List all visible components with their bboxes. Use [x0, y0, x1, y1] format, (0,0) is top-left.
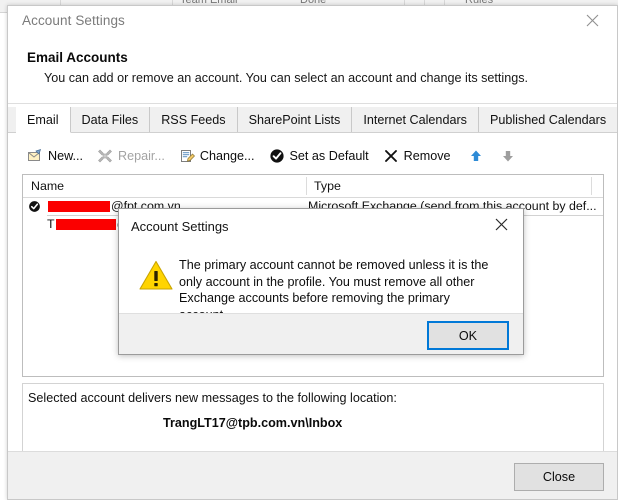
repair-wrench-icon [97, 148, 113, 164]
set-as-default-label: Set as Default [289, 149, 369, 163]
default-account-check-icon [28, 200, 41, 213]
account-name-prefix: T [47, 217, 55, 231]
tab-email[interactable]: Email [16, 107, 71, 133]
close-icon[interactable] [480, 210, 522, 238]
dialog-footer: OK [119, 313, 523, 354]
delivery-location-label: Selected account delivers new messages t… [28, 391, 397, 405]
tabstrip: Email Data Files RSS Feeds SharePoint Li… [8, 107, 618, 133]
remove-account-button[interactable]: Remove [378, 146, 460, 166]
window-titlebar: Account Settings [8, 6, 617, 36]
page-title: Email Accounts [27, 50, 128, 65]
dialog-body: The primary account cannot be removed un… [119, 247, 523, 322]
new-mail-icon [27, 148, 43, 164]
column-header-type[interactable]: Type [314, 179, 341, 193]
arrow-up-icon [468, 148, 484, 164]
close-button[interactable]: Close [514, 463, 604, 491]
set-as-default-button[interactable]: Set as Default [264, 146, 378, 166]
accounts-list-header: Name Type [23, 175, 603, 198]
tab-internet-calendars[interactable]: Internet Calendars [352, 107, 479, 132]
check-circle-icon [269, 148, 285, 164]
account-settings-message-dialog: Account Settings The primary account can… [118, 208, 524, 355]
change-account-icon [179, 148, 195, 164]
redaction-block [48, 200, 110, 212]
tab-published-calendars[interactable]: Published Calendars [478, 107, 618, 132]
column-header-name[interactable]: Name [31, 179, 64, 193]
new-account-button[interactable]: New... [22, 146, 92, 166]
warning-triangle-icon [139, 260, 173, 291]
repair-account-label: Repair... [118, 149, 165, 163]
window-title: Account Settings [22, 13, 125, 28]
account-toolbar: New... Repair... Change... Set as Defaul… [22, 144, 524, 168]
tab-data-files[interactable]: Data Files [70, 107, 151, 132]
dialog-title: Account Settings [131, 219, 229, 234]
remove-x-icon [383, 148, 399, 164]
move-down-button[interactable] [492, 146, 524, 166]
arrow-down-icon [500, 148, 516, 164]
move-up-button[interactable] [460, 146, 492, 166]
new-account-label: New... [48, 149, 83, 163]
redaction-block [55, 218, 116, 230]
tab-rss-feeds[interactable]: RSS Feeds [150, 107, 238, 132]
header-band: Email Accounts You can add or remove an … [8, 36, 617, 104]
page-subtitle: You can add or remove an account. You ca… [44, 71, 529, 85]
remove-account-label: Remove [403, 149, 451, 163]
repair-account-button: Repair... [92, 146, 174, 166]
change-account-button[interactable]: Change... [174, 146, 264, 166]
close-icon[interactable] [571, 6, 613, 34]
ok-button[interactable]: OK [427, 321, 509, 350]
window-footer: Close [8, 451, 617, 499]
change-account-label: Change... [199, 149, 255, 163]
tab-sharepoint-lists[interactable]: SharePoint Lists [237, 107, 353, 132]
delivery-location-path: TrangLT17@tpb.com.vn\Inbox [163, 416, 343, 430]
